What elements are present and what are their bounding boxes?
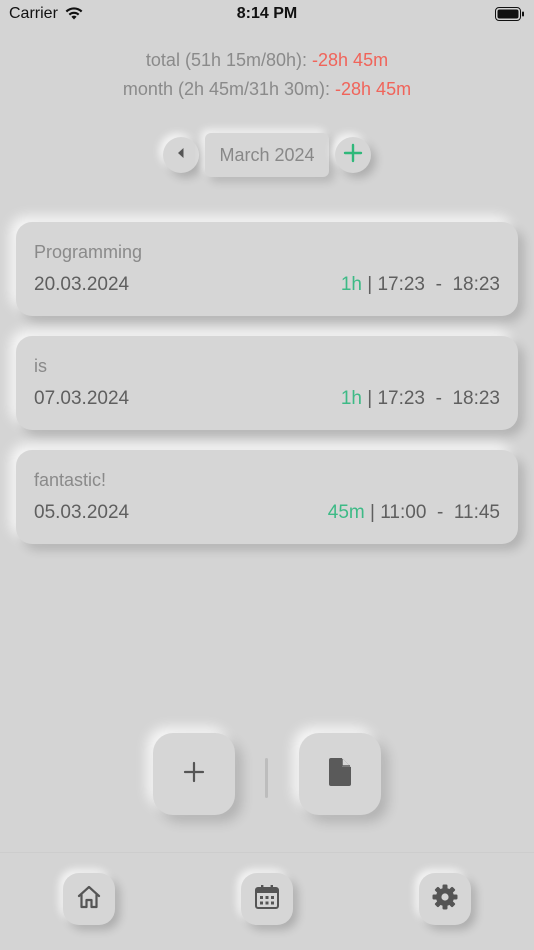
tab-calendar[interactable] [241, 873, 293, 925]
month-diff: -28h 45m [335, 79, 412, 99]
entry-title: Programming [34, 242, 143, 262]
total-diff: -28h 45m [312, 50, 389, 70]
entry-date: 07.03.2024 [34, 388, 130, 409]
export-button[interactable] [299, 733, 381, 815]
total-label: total (51h 15m/80h): [145, 50, 313, 70]
battery-icon [495, 6, 525, 27]
entry-separator: | [367, 388, 373, 409]
plus-icon [183, 761, 205, 788]
gear-icon [432, 884, 458, 915]
time-entry-card[interactable]: fantastic! 05.03.2024 45m | 11:00 - 11:4… [16, 450, 518, 544]
entry-duration: 45m [327, 502, 365, 523]
entry-duration: 1h [340, 274, 362, 295]
entry-title: fantastic! [34, 470, 107, 490]
entry-dash: - [435, 274, 442, 295]
entry-dash: - [435, 388, 442, 409]
entry-duration: 1h [340, 388, 362, 409]
entry-start: 17:23 [377, 388, 425, 409]
entry-start: 17:23 [377, 274, 425, 295]
calendar-icon [254, 884, 280, 915]
month-label[interactable]: March 2024 [205, 133, 329, 177]
entry-time-range: 1h | 17:23 - 18:23 [341, 388, 500, 410]
tab-settings[interactable] [419, 873, 471, 925]
entry-time-range: 45m | 11:00 - 11:45 [328, 502, 500, 524]
entry-dash: - [436, 502, 444, 523]
document-icon [329, 757, 351, 791]
add-entry-button[interactable] [153, 733, 235, 815]
time-entry-card[interactable]: Programming 20.03.2024 1h | 17:23 - 18:2… [16, 222, 518, 316]
status-time: 8:14 PM [236, 5, 298, 22]
entry-end: 11:45 [453, 502, 500, 523]
entry-time-range: 1h | 17:23 - 18:23 [341, 274, 500, 296]
status-bar: Carrier 8:14 PM [0, 0, 534, 30]
add-month-button[interactable] [335, 137, 371, 173]
entry-date: 20.03.2024 [34, 274, 130, 295]
total-line: total (51h 15m/80h): -28h 45m [0, 46, 534, 75]
totals-summary: total (51h 15m/80h): -28h 45m month (2h … [0, 46, 534, 104]
month-selector: March 2024 [0, 133, 534, 177]
triangle-left-icon [176, 146, 186, 164]
divider [265, 758, 268, 798]
entry-separator: | [367, 274, 373, 295]
tab-home[interactable] [63, 873, 115, 925]
entry-date: 05.03.2024 [34, 502, 130, 523]
time-entry-card[interactable]: is 07.03.2024 1h | 17:23 - 18:23 [16, 336, 518, 430]
home-icon [76, 885, 102, 914]
month-line: month (2h 45m/31h 30m): -28h 45m [0, 75, 534, 104]
previous-month-button[interactable] [163, 137, 199, 173]
plus-icon [343, 143, 363, 168]
tab-bar [0, 852, 534, 950]
entry-separator: | [370, 502, 375, 523]
entry-end: 18:23 [452, 388, 500, 409]
entry-start: 11:00 [380, 502, 427, 523]
entry-title: is [34, 356, 47, 376]
entry-end: 18:23 [452, 274, 500, 295]
month-total-label: month (2h 45m/31h 30m): [122, 79, 336, 99]
